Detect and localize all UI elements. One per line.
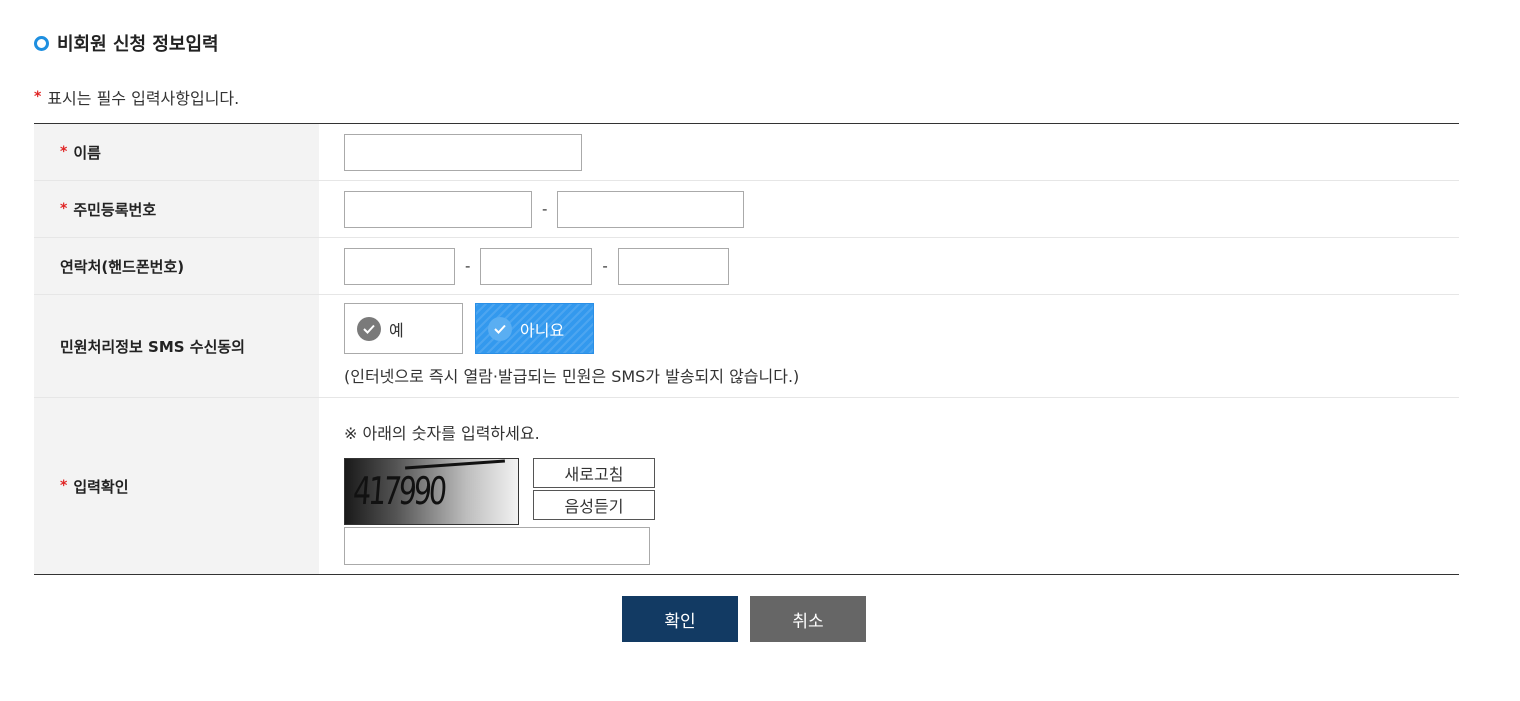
phone-input-cell: - -	[319, 238, 1459, 294]
captcha-noise-line	[405, 459, 505, 470]
applicant-form: * 이름 * 주민등록번호 - 연락처(핸드폰번호) - - 민원처리정보 SM…	[34, 123, 1459, 575]
sms-consent-cell: 예 아니요 (인터넷으로 즉시 열람·발급되는 민원은 SMS가 발송되지 않습…	[319, 295, 1459, 397]
required-note: * 표시는 필수 입력사항입니다.	[34, 86, 239, 108]
name-input-cell	[319, 124, 1459, 180]
check-circle-icon	[357, 316, 381, 341]
sms-consent-options: 예 아니요	[344, 303, 594, 354]
phone-first-input[interactable]	[344, 247, 455, 285]
required-star-icon: *	[60, 478, 68, 494]
sms-consent-no-button[interactable]: 아니요	[475, 303, 594, 354]
captcha-label: 입력확인	[73, 477, 129, 496]
sms-consent-label-cell: 민원처리정보 SMS 수신동의	[34, 295, 319, 397]
separator: -	[542, 200, 548, 218]
form-row-name: * 이름	[34, 124, 1459, 181]
form-row-sms-consent: 민원처리정보 SMS 수신동의 예 아니요 (인터넷으로 즉시 열람·발급되는 …	[34, 295, 1459, 398]
form-row-resident-number: * 주민등록번호 -	[34, 181, 1459, 238]
captcha-image-text: 417990	[351, 469, 446, 513]
phone-label-cell: 연락처(핸드폰번호)	[34, 238, 319, 294]
required-star-icon: *	[60, 144, 68, 160]
resident-number-label-cell: * 주민등록번호	[34, 181, 319, 237]
cancel-button[interactable]: 취소	[750, 596, 866, 642]
separator: -	[602, 257, 608, 275]
phone-third-input[interactable]	[617, 247, 729, 285]
circle-bullet-icon	[34, 35, 49, 51]
required-note-text: 표시는 필수 입력사항입니다.	[47, 89, 240, 108]
sms-consent-yes-button[interactable]: 예	[344, 303, 463, 354]
captcha-image: 417990	[344, 458, 519, 525]
confirm-button[interactable]: 확인	[622, 596, 738, 642]
resident-number-second-input[interactable]	[557, 190, 745, 228]
section-title: 비회원 신청 정보입력	[34, 30, 219, 56]
sms-consent-no-label: 아니요	[520, 320, 565, 340]
required-star-icon: *	[34, 89, 42, 105]
form-actions: 확인 취소	[622, 596, 866, 642]
captcha-refresh-button[interactable]: 새로고침	[533, 458, 655, 488]
captcha-buttons: 새로고침 음성듣기	[533, 458, 655, 525]
name-label-cell: * 이름	[34, 124, 319, 180]
sms-consent-label: 민원처리정보 SMS 수신동의	[60, 337, 245, 356]
captcha-audio-button[interactable]: 음성듣기	[533, 490, 655, 520]
form-row-captcha: * 입력확인 ※ 아래의 숫자를 입력하세요. 417990 새로고침 음성듣기	[34, 398, 1459, 574]
name-input[interactable]	[344, 133, 582, 171]
captcha-instruction: ※ 아래의 숫자를 입력하세요.	[344, 424, 540, 443]
phone-second-input[interactable]	[480, 247, 593, 285]
sms-consent-note: (인터넷으로 즉시 열람·발급되는 민원은 SMS가 발송되지 않습니다.)	[344, 367, 800, 386]
required-star-icon: *	[60, 201, 68, 217]
resident-number-label: 주민등록번호	[73, 200, 157, 219]
resident-number-first-input[interactable]	[344, 190, 532, 228]
captcha-label-cell: * 입력확인	[34, 398, 319, 574]
resident-number-input-cell: -	[319, 181, 1459, 237]
section-title-text: 비회원 신청 정보입력	[57, 34, 219, 55]
separator: -	[465, 257, 471, 275]
captcha-controls: 417990 새로고침 음성듣기	[344, 458, 655, 525]
phone-label: 연락처(핸드폰번호)	[60, 257, 185, 276]
check-circle-icon	[488, 316, 512, 341]
captcha-input[interactable]	[344, 527, 650, 565]
captcha-cell: ※ 아래의 숫자를 입력하세요. 417990 새로고침 음성듣기	[319, 398, 1459, 574]
form-row-phone: 연락처(핸드폰번호) - -	[34, 238, 1459, 295]
sms-consent-yes-label: 예	[389, 320, 404, 340]
name-label: 이름	[73, 143, 101, 162]
